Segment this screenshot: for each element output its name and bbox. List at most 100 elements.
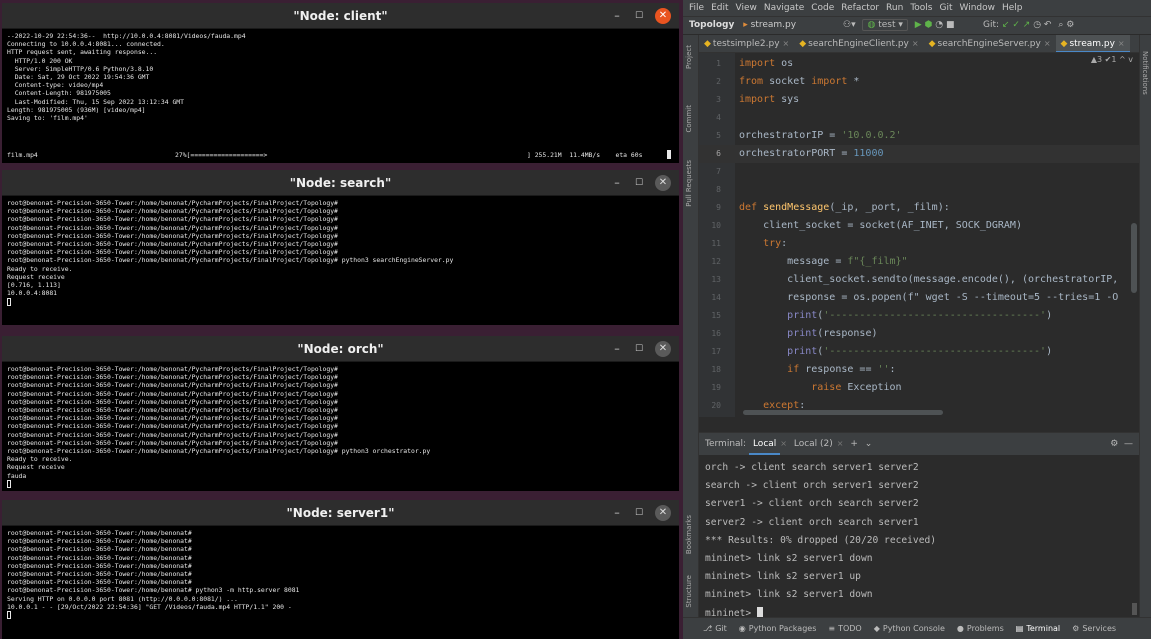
code-line[interactable]: 2 from socket import * (699, 73, 1139, 91)
tab-local-2[interactable]: Local (2) (790, 433, 837, 455)
close-icon[interactable]: ✕ (655, 341, 671, 357)
close-icon[interactable]: ✕ (655, 8, 671, 24)
git-commit-icon[interactable]: ✓ (1012, 20, 1020, 30)
code-line[interactable]: 17 print('------------------------------… (699, 343, 1139, 361)
user-icon[interactable]: ⚇▾ (843, 20, 856, 30)
terminal-window-orch[interactable]: "Node: orch" – ☐ ✕ root@benonat-Precisio… (2, 336, 679, 491)
code-line[interactable]: 10 client_socket = socket(AF_INET, SOCK_… (699, 217, 1139, 235)
gear-icon[interactable]: ⚙ (1066, 20, 1074, 30)
close-icon[interactable]: ✕ (655, 505, 671, 521)
minimize-icon[interactable]: – (609, 505, 625, 521)
close-icon[interactable]: × (837, 439, 844, 448)
hide-icon[interactable]: — (1124, 439, 1133, 449)
maximize-icon[interactable]: ☐ (631, 341, 647, 357)
search-icon[interactable]: ⌕ (1058, 20, 1063, 30)
code-line[interactable]: 14 response = os.popen(f" wget -S --time… (699, 289, 1139, 307)
editor-tab[interactable]: ◆ searchEngineClient.py × (794, 35, 923, 52)
menu-item-help[interactable]: Help (1002, 3, 1023, 13)
terminal-panel[interactable]: Terminal: Local × Local (2) × + ⌄ ⚙ — orch… (699, 432, 1139, 619)
debug-icon[interactable]: ⬢ (925, 20, 933, 30)
close-icon[interactable]: × (1118, 39, 1125, 48)
tool-tab-python-packages[interactable]: ◉ Python Packages (739, 624, 817, 633)
code-line[interactable]: 5 orchestratorIP = '10.0.0.2' (699, 127, 1139, 145)
tool-tab-git[interactable]: ⎇ Git (703, 624, 727, 633)
minimize-icon[interactable]: – (609, 341, 625, 357)
editor-hscrollbar[interactable] (743, 410, 943, 415)
maximize-icon[interactable]: ☐ (631, 8, 647, 24)
minimize-icon[interactable]: – (609, 175, 625, 191)
menu-item-tools[interactable]: Tools (910, 3, 932, 13)
code-line[interactable]: 12 message = f"{_film}" (699, 253, 1139, 271)
menu-item-code[interactable]: Code (811, 3, 834, 13)
tool-pull-requests[interactable]: Pull Requests (685, 160, 693, 207)
run-icon[interactable]: ▶ (915, 20, 922, 30)
code-line[interactable]: 6 orchestratorPORT = 11000 (699, 145, 1139, 163)
code-line[interactable]: 15 print('------------------------------… (699, 307, 1139, 325)
tool-project[interactable]: Project (685, 45, 693, 69)
terminal-scrollbar[interactable] (1132, 603, 1137, 615)
coverage-icon[interactable]: ◔ (935, 20, 943, 30)
breadcrumb-file[interactable]: ▸ stream.py (743, 20, 796, 30)
tool-tab-problems[interactable]: ● Problems (957, 624, 1004, 633)
minimize-icon[interactable]: – (609, 8, 625, 24)
editor-tab[interactable]: ◆ searchEngineServer.py × (924, 35, 1056, 52)
code-line[interactable]: 9 def sendMessage(_ip, _port, _film): (699, 199, 1139, 217)
code-editor[interactable]: ▲3 ✔1 ^ v 1 import os 2 from socket import … (699, 53, 1139, 417)
tool-tab-terminal[interactable]: ▤ Terminal (1016, 624, 1060, 633)
close-icon[interactable]: × (783, 39, 790, 48)
terminal-output[interactable]: root@benonat-Precision-3650-Tower:/home/… (2, 362, 679, 491)
code-line[interactable]: 16 print(response) (699, 325, 1139, 343)
close-icon[interactable]: × (780, 439, 787, 448)
code-line[interactable]: 8 (699, 181, 1139, 199)
tool-notifications[interactable]: Notifications (1141, 51, 1149, 95)
terminal-output[interactable]: --2022-10-29 22:54:36-- http://10.0.0.4:… (2, 29, 679, 125)
git-push-icon[interactable]: ↗ (1023, 20, 1031, 30)
menu-item-refactor[interactable]: Refactor (841, 3, 879, 13)
terminal-window-server1[interactable]: "Node: server1" – ☐ ✕ root@benonat-Preci… (2, 500, 679, 639)
code-line[interactable]: 13 client_socket.sendto(message.encode()… (699, 271, 1139, 289)
tool-structure[interactable]: Structure (685, 575, 693, 608)
add-tab-button[interactable]: + (846, 433, 862, 455)
titlebar[interactable]: "Node: server1" – ☐ ✕ (2, 500, 679, 526)
code-line[interactable]: 7 (699, 163, 1139, 181)
terminal-window-client[interactable]: "Node: client" – ☐ ✕ --2022-10-29 22:54:… (2, 3, 679, 163)
editor-tab[interactable]: ◆ stream.py × (1055, 35, 1130, 52)
tool-tab-python-console[interactable]: ◆ Python Console (874, 624, 945, 633)
menu-item-file[interactable]: File (689, 3, 704, 13)
code-line[interactable]: 1 import os (699, 55, 1139, 73)
breadcrumb-project[interactable]: Topology (689, 20, 734, 30)
menu-item-edit[interactable]: Edit (711, 3, 728, 13)
code-line[interactable]: 18 if response == '': (699, 361, 1139, 379)
menu-item-git[interactable]: Git (939, 3, 952, 13)
editor-tab[interactable]: ◆ testsimple2.py × (699, 35, 794, 52)
menu-item-run[interactable]: Run (886, 3, 903, 13)
tool-tab-todo[interactable]: ≡ TODO (828, 624, 861, 633)
pycharm-window[interactable]: File Edit View Navigate Code Refactor Run Tools… (683, 0, 1151, 639)
terminal-window-search[interactable]: "Node: search" – ☐ ✕ root@benonat-Precis… (2, 170, 679, 325)
terminal-output[interactable]: root@benonat-Precision-3650-Tower:/home/… (2, 196, 679, 309)
code-line[interactable]: 4 (699, 109, 1139, 127)
titlebar[interactable]: "Node: search" – ☐ ✕ (2, 170, 679, 196)
close-icon[interactable]: × (1044, 39, 1051, 48)
code-line[interactable]: 3 import sys (699, 91, 1139, 109)
rollback-icon[interactable]: ↶ (1044, 20, 1052, 30)
code-line[interactable]: 21 message = "error" (699, 415, 1139, 417)
close-icon[interactable]: ✕ (655, 175, 671, 191)
run-config-select[interactable]: ◍ test ▾ (862, 19, 908, 31)
tool-tab-services[interactable]: ⚙ Services (1072, 624, 1116, 633)
git-update-icon[interactable]: ↙ (1002, 20, 1010, 30)
tool-bookmarks[interactable]: Bookmarks (685, 515, 693, 554)
menu-item-navigate[interactable]: Navigate (764, 3, 804, 13)
terminal-output[interactable]: orch -> client search server1 server2 sea… (699, 455, 1139, 627)
maximize-icon[interactable]: ☐ (631, 175, 647, 191)
terminal-output[interactable]: root@benonat-Precision-3650-Tower:/home/… (2, 526, 679, 622)
close-icon[interactable]: × (912, 39, 919, 48)
gear-icon[interactable]: ⚙ (1110, 439, 1118, 449)
stop-icon[interactable]: ■ (946, 20, 955, 30)
code-line[interactable]: 19 raise Exception (699, 379, 1139, 397)
titlebar[interactable]: "Node: client" – ☐ ✕ (2, 3, 679, 29)
chevron-down-icon[interactable]: ⌄ (865, 439, 873, 449)
history-icon[interactable]: ◷ (1033, 20, 1041, 30)
tab-local[interactable]: Local (748, 435, 781, 455)
menu-item-view[interactable]: View (736, 3, 757, 13)
